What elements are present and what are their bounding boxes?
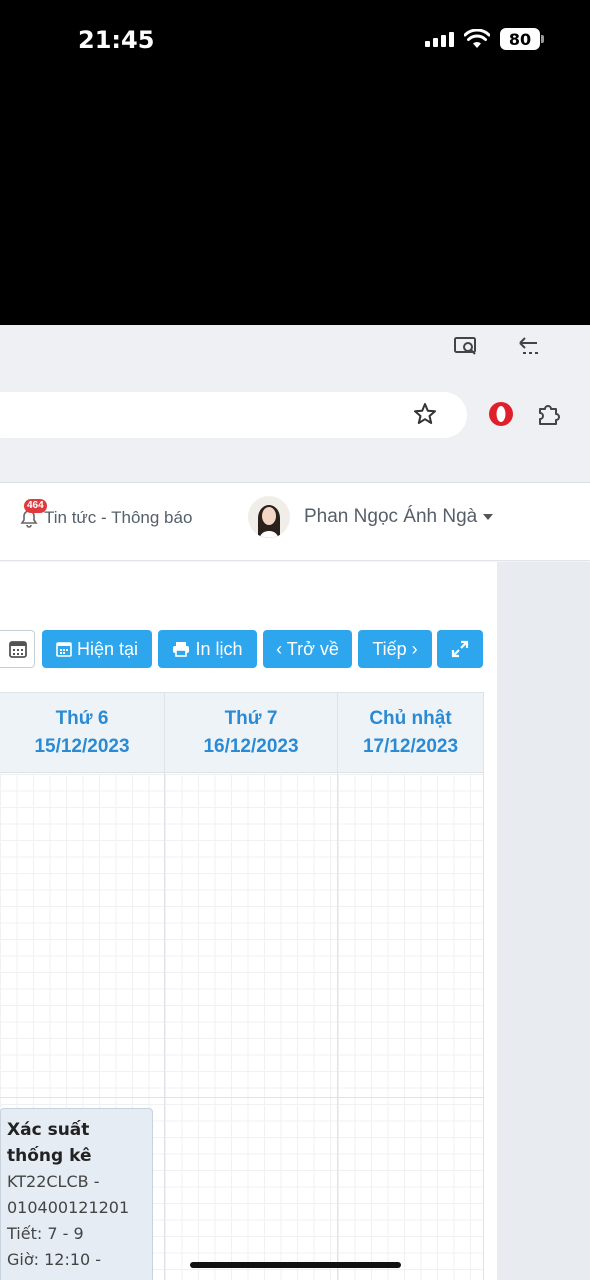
current-week-button[interactable]: Hiện tại (42, 630, 152, 668)
status-icons: 80 (425, 28, 544, 50)
event-time: Giờ: 12:10 - (7, 1250, 102, 1269)
print-schedule-button[interactable]: In lịch (158, 630, 257, 668)
day-date: 15/12/2023 (34, 736, 130, 757)
day-name: Thứ 7 (224, 708, 278, 729)
previous-label: ‹ Trở về (276, 638, 339, 659)
bookmarks-bar (0, 453, 590, 483)
cellular-signal-icon (425, 31, 454, 47)
session-divider (0, 1097, 483, 1098)
calendar-icon (56, 642, 72, 657)
print-label: In lịch (195, 638, 243, 659)
next-week-button[interactable]: Tiếp › (358, 630, 432, 668)
day-name: Thứ 6 (55, 708, 109, 729)
event-course-id: 010400121201 (7, 1198, 130, 1217)
tab-search-icon[interactable] (453, 335, 479, 359)
schedule-panel: Hiện tại In lịch ‹ Trở về Tiếp › Thứ 6 1… (0, 562, 497, 1280)
status-time: 21:45 (78, 26, 155, 54)
wifi-icon (464, 29, 490, 48)
class-event-card[interactable]: Xác suất thống kê KT22CLCB - 01040012120… (0, 1108, 153, 1280)
user-name: Phan Ngọc Ánh Ngà (304, 506, 478, 527)
previous-week-button[interactable]: ‹ Trở về (263, 630, 352, 668)
browser-toolbar (0, 370, 590, 453)
back-arrow-icon[interactable] (517, 335, 543, 359)
battery-icon: 80 (500, 28, 544, 50)
calendar-header: Thứ 6 15/12/2023 Thứ 7 16/12/2023 Chủ nh… (0, 693, 483, 773)
print-icon (173, 642, 190, 657)
event-class-code: KT22CLCB - (7, 1172, 100, 1191)
event-title: Xác suất thống kê (7, 1120, 92, 1166)
avatar (248, 496, 290, 538)
phone-status-bar: 21:45 80 (0, 0, 590, 325)
day-cells-saturday[interactable] (165, 774, 337, 1280)
app-header: 464 Tin tức - Thông báo Phan Ngọc Ánh Ng… (0, 483, 590, 561)
caret-down-icon (483, 514, 494, 520)
browser-tabstrip (0, 325, 590, 370)
opera-icon[interactable] (487, 400, 515, 428)
bookmark-star-icon[interactable] (412, 401, 438, 427)
fullscreen-button[interactable] (437, 630, 483, 668)
column-header-friday: Thứ 6 15/12/2023 (0, 693, 164, 773)
column-header-saturday: Thứ 7 16/12/2023 (165, 693, 337, 773)
browser-window: 464 Tin tức - Thông báo Phan Ngọc Ánh Ng… (0, 325, 590, 1280)
column-divider (337, 693, 338, 1280)
notification-badge: 464 (24, 499, 47, 513)
next-label: Tiếp › (372, 638, 418, 659)
expand-icon (451, 640, 469, 658)
day-date: 17/12/2023 (362, 736, 459, 757)
address-bar[interactable] (0, 392, 467, 438)
event-periods: Tiết: 7 - 9 (7, 1224, 84, 1243)
user-menu[interactable]: Phan Ngọc Ánh Ngà (248, 496, 494, 538)
bell-icon: 464 (18, 499, 47, 529)
day-cells-sunday[interactable] (338, 774, 483, 1280)
extensions-puzzle-icon[interactable] (535, 400, 563, 428)
right-gutter (497, 562, 590, 1280)
day-name: Chủ nhật (369, 708, 452, 729)
column-divider (164, 693, 165, 1280)
day-date: 16/12/2023 (203, 736, 299, 757)
column-header-sunday: Chủ nhật 17/12/2023 (338, 693, 483, 773)
home-indicator (190, 1262, 401, 1268)
date-picker-button[interactable] (0, 630, 35, 668)
current-week-label: Hiện tại (76, 638, 139, 659)
news-notifications-link[interactable]: 464 Tin tức - Thông báo (18, 499, 193, 529)
news-label: Tin tức - Thông báo (44, 508, 193, 527)
calendar-grid-icon (9, 641, 27, 658)
